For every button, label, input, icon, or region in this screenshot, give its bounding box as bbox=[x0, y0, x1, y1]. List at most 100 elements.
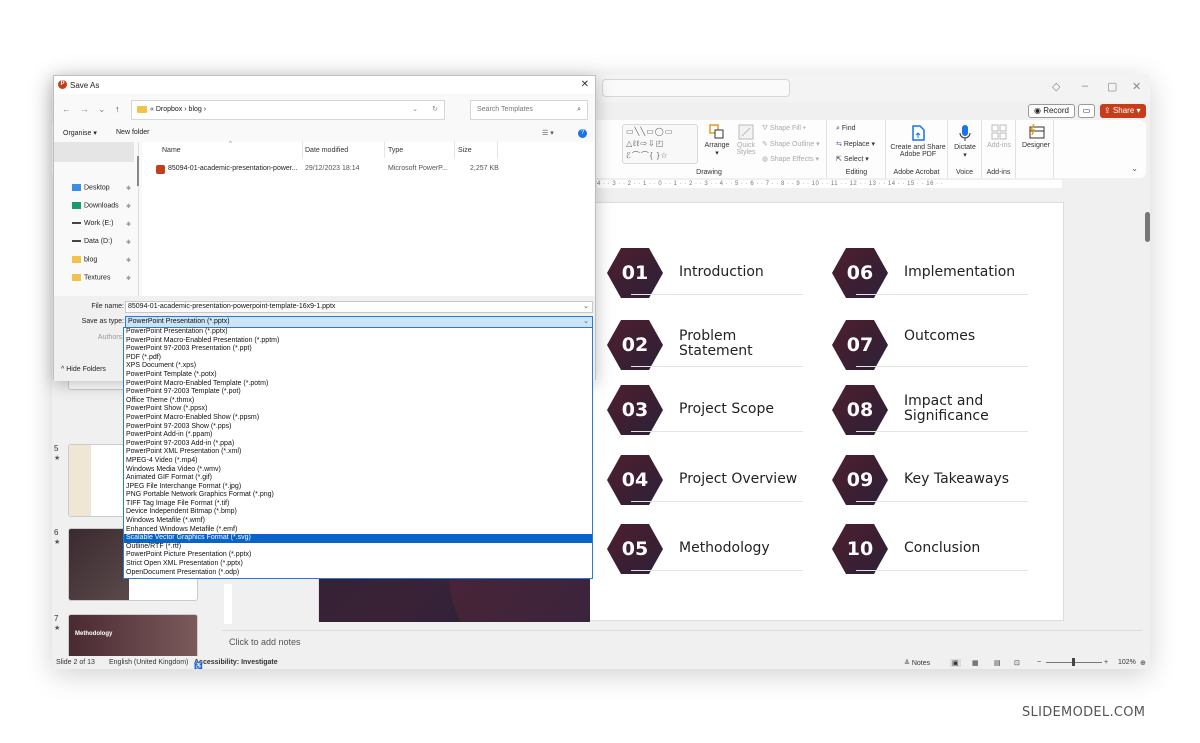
comments-button[interactable]: ▭ bbox=[1078, 104, 1095, 118]
column-header-type[interactable]: Type bbox=[388, 147, 403, 154]
column-header-name[interactable]: Name bbox=[162, 147, 181, 154]
nav-item-work-e[interactable]: Work (E:) bbox=[72, 220, 113, 227]
file-type-option[interactable]: Animated GIF Format (*.gif) bbox=[124, 474, 592, 483]
replace-button[interactable]: ⇆ Replace ▾ bbox=[836, 140, 875, 148]
column-separator[interactable] bbox=[384, 142, 385, 158]
nav-item-textures[interactable]: Textures bbox=[72, 274, 110, 281]
find-button[interactable]: ⌕ Find bbox=[836, 125, 856, 133]
address-bar[interactable]: « Dropbox › blog › ⌄ ↻ bbox=[131, 100, 445, 120]
close-window-button[interactable]: ✕ bbox=[1132, 80, 1141, 93]
maximize-button[interactable]: ▢ bbox=[1107, 80, 1117, 93]
premium-icon[interactable]: ◇ bbox=[1052, 80, 1060, 93]
accessibility-status[interactable]: ♿ Accessibility: Investigate bbox=[194, 659, 278, 669]
file-type-option[interactable]: PowerPoint Presentation (*.pptx) bbox=[124, 328, 592, 337]
file-type-option[interactable]: Scalable Vector Graphics Format (*.svg) bbox=[124, 534, 592, 543]
slide-sorter-icon[interactable]: ▦ bbox=[972, 659, 979, 667]
up-arrow-icon[interactable]: ↑ bbox=[115, 104, 120, 114]
nav-item-desktop[interactable]: Desktop bbox=[72, 184, 110, 191]
breadcrumb-dropbox[interactable]: Dropbox bbox=[156, 106, 182, 113]
agenda-item[interactable]: 06 Implementation bbox=[832, 248, 1042, 302]
minimize-button[interactable]: – bbox=[1082, 80, 1088, 92]
agenda-item[interactable]: 04 Project Overview bbox=[607, 455, 817, 509]
pin-icon[interactable]: ✱ bbox=[126, 203, 131, 210]
file-type-option[interactable]: Windows Metafile (*.wmf) bbox=[124, 517, 592, 526]
search-templates-input[interactable]: Search Templates ⌕ bbox=[470, 100, 588, 120]
create-share-pdf-button[interactable]: Create and Share Adobe PDF bbox=[890, 124, 946, 158]
file-type-option[interactable]: Windows Media Video (*.wmv) bbox=[124, 466, 592, 475]
pin-icon[interactable]: ✱ bbox=[126, 185, 131, 192]
agenda-item[interactable]: 03 Project Scope bbox=[607, 385, 817, 439]
pin-icon[interactable]: ✱ bbox=[126, 257, 131, 264]
zoom-out-button[interactable]: − bbox=[1037, 659, 1041, 666]
file-type-option[interactable]: PowerPoint 97-2003 Presentation (*.ppt) bbox=[124, 345, 592, 354]
nav-item-blog[interactable]: blog bbox=[72, 256, 97, 263]
organise-button[interactable]: Organise ▾ bbox=[63, 129, 97, 137]
slideshow-icon[interactable]: ⊡ bbox=[1014, 659, 1020, 667]
column-header-date[interactable]: Date modified bbox=[305, 147, 348, 154]
file-type-option[interactable]: PowerPoint Add-in (*.ppam) bbox=[124, 431, 592, 440]
reading-view-icon[interactable]: ▤ bbox=[994, 659, 1001, 667]
shape-effects-button[interactable]: ◍ Shape Effects ▾ bbox=[762, 155, 819, 163]
file-type-option[interactable]: PowerPoint Template (*.potx) bbox=[124, 371, 592, 380]
file-type-option[interactable]: PowerPoint Show (*.ppsx) bbox=[124, 405, 592, 414]
select-button[interactable]: ⇱ Select ▾ bbox=[836, 155, 869, 163]
file-name-input[interactable]: 85094-01-academic-presentation-powerpoin… bbox=[125, 301, 593, 313]
addins-button[interactable]: Add-ins bbox=[984, 124, 1014, 149]
save-type-dropdown-list[interactable]: PowerPoint Presentation (*.pptx) PowerPoi… bbox=[123, 327, 593, 579]
notes-pane[interactable]: Click to add notes bbox=[222, 630, 1142, 652]
column-separator[interactable] bbox=[454, 142, 455, 158]
hide-folders-button[interactable]: ^ Hide Folders bbox=[61, 366, 106, 373]
vertical-scrollbar-thumb[interactable] bbox=[1145, 212, 1150, 242]
forward-arrow-icon[interactable]: → bbox=[80, 104, 89, 114]
nav-item-downloads[interactable]: Downloads bbox=[72, 202, 119, 209]
file-type-option[interactable]: Office Theme (*.thmx) bbox=[124, 397, 592, 406]
file-type-option[interactable]: PNG Portable Network Graphics Format (*.… bbox=[124, 491, 592, 500]
column-separator[interactable] bbox=[497, 142, 498, 158]
shapes-gallery[interactable]: ▭╲╲▭◯▭ △ℓℓ⇨⇩◰ ℰ⌒⌒{ }☆ bbox=[622, 124, 698, 164]
designer-button[interactable]: Designer bbox=[1020, 124, 1052, 149]
breadcrumb-blog[interactable]: blog bbox=[189, 106, 202, 113]
file-row[interactable]: 85094-01-academic-presentation-power... … bbox=[142, 162, 594, 176]
file-type-option[interactable]: MPEG-4 Video (*.mp4) bbox=[124, 457, 592, 466]
file-type-option[interactable]: PowerPoint Macro-Enabled Template (*.pot… bbox=[124, 380, 592, 389]
agenda-item[interactable]: 05 Methodology bbox=[607, 524, 817, 578]
zoom-slider-thumb[interactable] bbox=[1072, 658, 1075, 666]
new-folder-button[interactable]: New folder bbox=[116, 129, 149, 136]
language-status[interactable]: English (United Kingdom) bbox=[109, 659, 188, 666]
agenda-item[interactable]: 08 Impact and Significance bbox=[832, 385, 1042, 439]
agenda-item[interactable]: 02 Problem Statement bbox=[607, 320, 817, 374]
quick-styles-button[interactable]: Quick Styles bbox=[732, 124, 760, 156]
close-dialog-button[interactable]: ✕ bbox=[581, 79, 589, 90]
agenda-item[interactable]: 01 Introduction bbox=[607, 248, 817, 302]
column-header-size[interactable]: Size bbox=[458, 147, 472, 154]
agenda-item[interactable]: 09 Key Takeaways bbox=[832, 455, 1042, 509]
nav-scrollbar-thumb[interactable] bbox=[137, 156, 139, 186]
file-type-option[interactable]: TIFF Tag Image File Format (*.tif) bbox=[124, 500, 592, 509]
title-search-box[interactable] bbox=[602, 79, 790, 97]
arrange-button[interactable]: Arrange ▾ bbox=[702, 124, 732, 157]
pin-icon[interactable]: ✱ bbox=[126, 221, 131, 228]
file-type-option[interactable]: OpenDocument Presentation (*.odp) bbox=[124, 569, 592, 578]
address-dropdown-icon[interactable]: ⌄ bbox=[412, 101, 418, 119]
zoom-in-button[interactable]: + bbox=[1104, 659, 1108, 666]
file-type-option[interactable]: PowerPoint XML Presentation (*.xml) bbox=[124, 448, 592, 457]
refresh-icon[interactable]: ↻ bbox=[432, 101, 438, 119]
file-type-option[interactable]: PDF (*.pdf) bbox=[124, 354, 592, 363]
chevron-down-icon[interactable]: ⌄ bbox=[583, 302, 589, 312]
pin-icon[interactable]: ✱ bbox=[126, 275, 131, 282]
view-options-icon[interactable]: ☰ ▾ bbox=[542, 129, 554, 137]
file-type-option[interactable]: PowerPoint Macro-Enabled Show (*.ppsm) bbox=[124, 414, 592, 423]
file-type-option[interactable]: PowerPoint 97-2003 Show (*.pps) bbox=[124, 423, 592, 432]
file-type-option[interactable]: Enhanced Windows Metafile (*.emf) bbox=[124, 526, 592, 535]
back-arrow-icon[interactable]: ← bbox=[62, 104, 71, 114]
help-icon[interactable]: ? bbox=[578, 129, 587, 138]
agenda-item[interactable]: 10 Conclusion bbox=[832, 524, 1042, 578]
record-button[interactable]: ◉ Record bbox=[1028, 104, 1075, 118]
slide-thumbnail-7[interactable]: Methodology bbox=[68, 614, 198, 658]
column-separator[interactable] bbox=[302, 142, 303, 158]
nav-item-data-d[interactable]: Data (D:) bbox=[72, 238, 112, 245]
recent-locations-chevron-icon[interactable]: ⌄ bbox=[98, 104, 106, 115]
file-type-option[interactable]: XPS Document (*.xps) bbox=[124, 362, 592, 371]
agenda-item[interactable]: 07 Outcomes bbox=[832, 320, 1042, 374]
normal-view-icon[interactable]: ▣ bbox=[950, 659, 961, 667]
